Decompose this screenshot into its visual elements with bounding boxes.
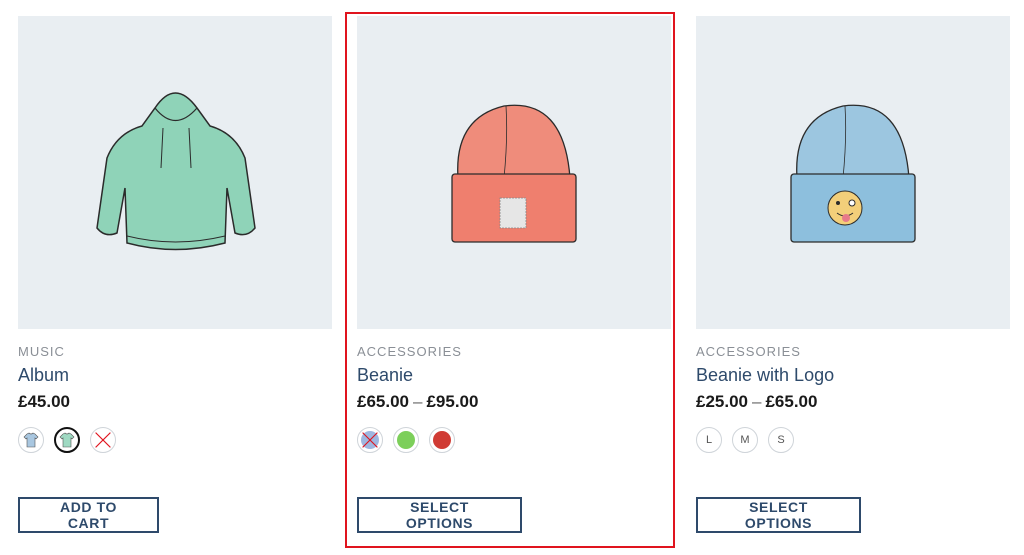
select-options-button[interactable]: SELECT OPTIONS — [357, 497, 522, 533]
hoodie-illustration — [96, 91, 256, 250]
select-options-button[interactable]: SELECT OPTIONS — [696, 497, 861, 533]
shirt-icon — [59, 432, 75, 448]
price-from: £25.00 — [696, 392, 748, 411]
size-swatch-m[interactable]: M — [732, 427, 758, 453]
product-card-beanie-with-logo: ACCESSORIES Beanie with Logo £25.00– £65.… — [696, 0, 1010, 555]
beanie-illustration — [451, 104, 577, 243]
variation-swatches — [18, 427, 116, 453]
product-category: ACCESSORIES — [696, 344, 801, 359]
product-image-beanie[interactable] — [357, 16, 671, 329]
product-card-album: MUSIC Album £45.00 ADD TO CART — [18, 0, 332, 555]
product-category: MUSIC — [18, 344, 65, 359]
price-to: £95.00 — [426, 392, 479, 411]
product-price: £25.00– £65.00 — [696, 392, 817, 412]
unavailable-cross-icon — [362, 432, 378, 448]
price-separator: – — [752, 392, 762, 411]
swatch-blue-unavailable[interactable] — [357, 427, 383, 453]
size-swatches: L M S — [696, 427, 794, 453]
swatch-color — [397, 431, 415, 449]
unavailable-cross-icon — [95, 432, 111, 448]
swatch-unavailable[interactable] — [90, 427, 116, 453]
swatch-red[interactable] — [429, 427, 455, 453]
product-price: £65.00– £95.00 — [357, 392, 478, 412]
swatch-green[interactable] — [393, 427, 419, 453]
swatch-blue-shirt[interactable] — [18, 427, 44, 453]
shirt-icon — [23, 432, 39, 448]
product-category: ACCESSORIES — [357, 344, 462, 359]
size-swatch-s[interactable]: S — [768, 427, 794, 453]
product-title[interactable]: Beanie with Logo — [696, 365, 834, 386]
add-to-cart-button[interactable]: ADD TO CART — [18, 497, 159, 533]
swatch-green-shirt[interactable] — [54, 427, 80, 453]
product-card-beanie: ACCESSORIES Beanie £65.00– £95.00 SELECT … — [357, 0, 671, 555]
product-title[interactable]: Album — [18, 365, 69, 386]
price-separator: – — [413, 392, 423, 411]
price-from: £65.00 — [357, 392, 409, 411]
product-image-hoodie[interactable] — [18, 16, 332, 329]
color-swatches — [357, 427, 455, 453]
product-price: £45.00 — [18, 392, 70, 411]
beanie-logo-illustration — [790, 104, 916, 243]
swatch-color — [433, 431, 451, 449]
size-swatch-l[interactable]: L — [696, 427, 722, 453]
product-title[interactable]: Beanie — [357, 365, 413, 386]
price-to: £65.00 — [765, 392, 818, 411]
product-image-beanie-logo[interactable] — [696, 16, 1010, 329]
